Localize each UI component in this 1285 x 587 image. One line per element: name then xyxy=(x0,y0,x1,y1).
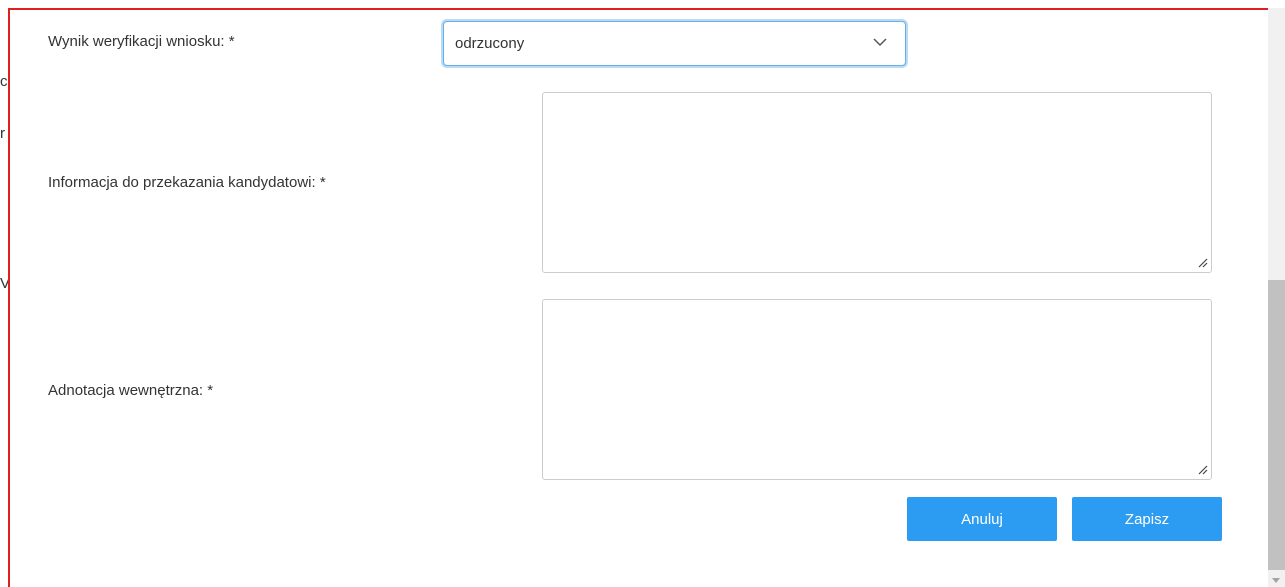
resize-handle-icon[interactable] xyxy=(1196,256,1208,268)
verification-dialog: Wynik weryfikacji wniosku: * odrzucony I… xyxy=(8,8,1285,587)
save-button[interactable]: Zapisz xyxy=(1072,497,1222,541)
background-text-fragment: c xyxy=(0,73,8,90)
candidate-info-label: Informacja do przekazania kandydatowi: * xyxy=(48,174,326,191)
verification-result-value: odrzucony xyxy=(455,35,525,52)
background-page-strip: c r V xyxy=(0,0,8,587)
internal-note-label: Adnotacja wewnętrzna: * xyxy=(48,382,214,399)
cancel-button[interactable]: Anuluj xyxy=(907,497,1057,541)
scrollbar-thumb[interactable] xyxy=(1268,280,1285,570)
background-text-fragment: V xyxy=(0,275,8,292)
internal-note-textarea[interactable] xyxy=(542,299,1212,480)
background-text-fragment: r xyxy=(0,125,5,142)
chevron-down-icon xyxy=(873,38,887,47)
verification-result-label: Wynik weryfikacji wniosku: * xyxy=(48,33,235,50)
vertical-scrollbar[interactable] xyxy=(1268,8,1285,587)
page: c r V Wynik weryfikacji wniosku: * odrzu… xyxy=(0,0,1285,587)
candidate-info-textarea[interactable] xyxy=(542,92,1212,273)
scroll-down-arrow-icon[interactable] xyxy=(1272,578,1280,583)
verification-result-select[interactable]: odrzucony xyxy=(443,21,906,66)
resize-handle-icon[interactable] xyxy=(1196,463,1208,475)
